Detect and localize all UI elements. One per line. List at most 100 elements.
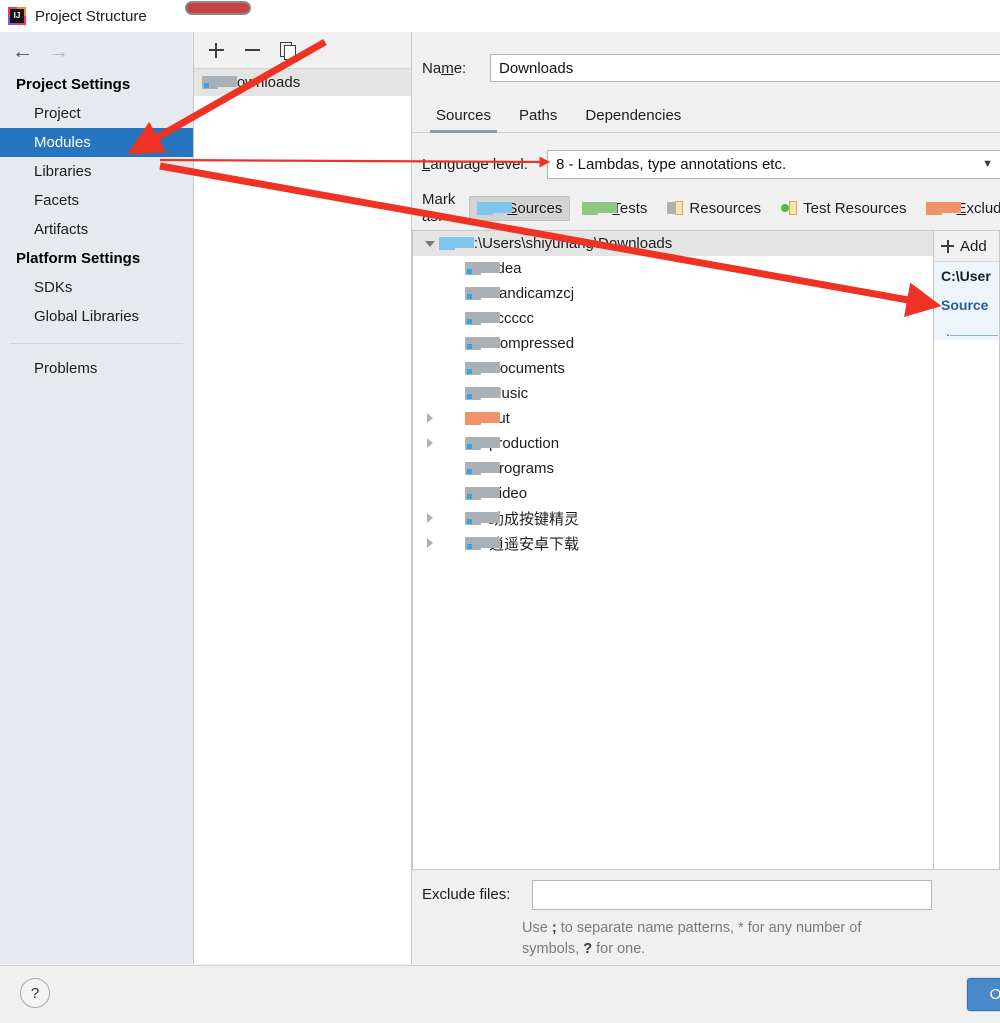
module-name-label: Name: bbox=[422, 59, 467, 77]
tree-row-label: Compressed bbox=[489, 335, 575, 352]
expand-triangle-icon[interactable] bbox=[421, 431, 439, 456]
tab-dependencies[interactable]: Dependencies bbox=[571, 107, 695, 132]
tab-paths[interactable]: Paths bbox=[505, 107, 571, 132]
sidebar-group-project-settings: Project Settings bbox=[16, 76, 131, 93]
ok-button[interactable]: O bbox=[967, 978, 1000, 1011]
tree-row-production[interactable]: production bbox=[413, 431, 933, 456]
gray-folder-icon bbox=[465, 387, 500, 400]
tree-row-idea[interactable]: .idea bbox=[413, 256, 933, 281]
mark-as-excluded-label: Excluded bbox=[956, 199, 1000, 217]
orange-folder-icon bbox=[465, 412, 500, 425]
navigation-buttons: ← → bbox=[0, 32, 193, 70]
sidebar-divider bbox=[10, 343, 183, 344]
directory-tree[interactable]: C:\Users\shiyuhang\Downloads .idea Bandi… bbox=[412, 230, 933, 870]
sources-content-split: C:\Users\shiyuhang\Downloads .idea Bandi… bbox=[412, 230, 1000, 870]
sidebar-group-platform-settings: Platform Settings bbox=[16, 250, 141, 267]
gray-folder-icon bbox=[465, 362, 500, 375]
mark-as-label: Mark as: bbox=[422, 191, 456, 225]
tree-row-cccccc[interactable]: cccccc bbox=[413, 306, 933, 331]
source-folder-entry[interactable]: . bbox=[934, 313, 999, 339]
mark-as-test-resources-label: Test Resources bbox=[803, 199, 907, 217]
module-list-item-downloads[interactable]: Downloads bbox=[194, 69, 411, 96]
minus-icon[interactable] bbox=[242, 40, 262, 60]
tree-row-bandicamzcj[interactable]: Bandicamzcj bbox=[413, 281, 933, 306]
sources-folder-icon bbox=[477, 201, 513, 215]
language-level-row: Language level: 8 - Lambdas, type annota… bbox=[412, 147, 1000, 181]
test-resources-folder-icon bbox=[781, 201, 798, 215]
sidebar-item-project[interactable]: Project bbox=[0, 99, 193, 128]
mark-as-test-resources-button[interactable]: Test Resources bbox=[773, 196, 914, 221]
language-level-select[interactable]: 8 - Lambdas, type annotations etc. ▼ bbox=[547, 149, 1000, 179]
mark-as-resources-button[interactable]: Resources bbox=[659, 196, 769, 221]
gray-folder-icon bbox=[465, 312, 500, 325]
gray-folder-icon bbox=[465, 337, 500, 350]
add-content-root-label: Add bbox=[960, 237, 987, 255]
expand-triangle-icon[interactable] bbox=[421, 406, 439, 431]
plus-icon[interactable] bbox=[206, 40, 226, 60]
tree-row-compressed[interactable]: Compressed bbox=[413, 331, 933, 356]
sidebar-item-sdks[interactable]: SDKs bbox=[0, 273, 193, 302]
expand-triangle-icon[interactable] bbox=[421, 506, 439, 531]
exclude-files-input[interactable] bbox=[532, 880, 932, 910]
tree-row-label: C:\Users\shiyuhang\Downloads bbox=[463, 235, 673, 252]
tree-row-video[interactable]: Video bbox=[413, 481, 933, 506]
plus-icon bbox=[941, 239, 954, 253]
module-name-row: Name: Downloads bbox=[412, 50, 1000, 86]
modules-list-panel: Downloads bbox=[194, 32, 412, 964]
tree-row-label: 逍遥安卓下载 bbox=[489, 536, 580, 553]
gray-folder-icon bbox=[465, 437, 500, 450]
tree-row-label: Bandicamzcj bbox=[489, 285, 575, 302]
tree-row-label: Documents bbox=[489, 360, 565, 377]
title-bar: IJ Project Structure bbox=[0, 0, 1000, 33]
gray-folder-icon bbox=[465, 262, 500, 275]
mark-as-sources-label: Sources bbox=[507, 199, 563, 217]
gray-folder-icon bbox=[465, 287, 500, 300]
language-level-value: 8 - Lambdas, type annotations etc. bbox=[556, 155, 787, 173]
sidebar-item-facets[interactable]: Facets bbox=[0, 186, 193, 215]
sidebar-item-global-libraries[interactable]: Global Libraries bbox=[0, 302, 193, 331]
tree-row-xiaoyao[interactable]: 逍遥安卓下载 bbox=[413, 531, 933, 556]
add-content-root-button[interactable]: Add bbox=[934, 231, 999, 262]
sidebar-item-libraries[interactable]: Libraries bbox=[0, 157, 193, 186]
exclude-files-label: Exclude files: bbox=[422, 886, 511, 903]
forward-arrow-icon[interactable]: → bbox=[48, 41, 69, 62]
tree-row-root[interactable]: C:\Users\shiyuhang\Downloads bbox=[413, 231, 933, 256]
copy-icon[interactable] bbox=[278, 40, 298, 60]
gray-folder-icon bbox=[465, 512, 500, 525]
language-level-label: Language level: bbox=[422, 155, 528, 173]
mark-as-tests-label: Tests bbox=[612, 199, 648, 217]
dialog-footer bbox=[0, 965, 1000, 1023]
project-structure-dialog: IJ Project Structure ← → Project Setting… bbox=[0, 0, 1000, 1023]
source-folders-header: Source bbox=[941, 297, 989, 313]
exclude-files-hint: Use ; to separate name patterns, * for a… bbox=[522, 920, 862, 957]
expand-triangle-icon[interactable] bbox=[421, 231, 439, 256]
tab-sources[interactable]: Sources bbox=[422, 107, 505, 133]
tree-row-documents[interactable]: Documents bbox=[413, 356, 933, 381]
tree-row-out[interactable]: out bbox=[413, 406, 933, 431]
resources-folder-icon bbox=[667, 201, 684, 215]
mark-as-tests-button[interactable]: Tests bbox=[574, 196, 655, 221]
module-folder-icon bbox=[202, 76, 237, 89]
excluded-folder-icon bbox=[926, 201, 962, 215]
mark-as-sources-button[interactable]: Sources bbox=[469, 195, 571, 221]
tree-row-zhucheng[interactable]: 助成按键精灵 bbox=[413, 506, 933, 531]
module-name-input[interactable]: Downloads bbox=[490, 54, 1000, 82]
tests-folder-icon bbox=[582, 201, 618, 215]
gray-folder-icon bbox=[465, 462, 500, 475]
module-editor-pane: Name: Downloads Sources Paths Dependenci… bbox=[412, 32, 1000, 964]
module-tabs: Sources Paths Dependencies bbox=[412, 96, 1000, 133]
help-button[interactable]: ? bbox=[20, 978, 50, 1008]
content-roots-panel-filler bbox=[933, 340, 1000, 870]
mark-as-excluded-button[interactable]: Excluded bbox=[918, 196, 1000, 221]
settings-sidebar: ← → Project Settings Project Modules Lib… bbox=[0, 32, 194, 964]
mark-as-resources-label: Resources bbox=[689, 199, 762, 217]
expand-triangle-icon[interactable] bbox=[421, 531, 439, 556]
sidebar-item-problems[interactable]: Problems bbox=[0, 354, 193, 383]
sidebar-item-artifacts[interactable]: Artifacts bbox=[0, 215, 193, 244]
tree-row-music[interactable]: Music bbox=[413, 381, 933, 406]
modules-toolbar bbox=[194, 32, 411, 69]
blue-folder-icon bbox=[439, 237, 474, 250]
back-arrow-icon[interactable]: ← bbox=[12, 41, 33, 62]
sidebar-item-modules[interactable]: Modules bbox=[0, 128, 193, 157]
tree-row-programs[interactable]: Programs bbox=[413, 456, 933, 481]
